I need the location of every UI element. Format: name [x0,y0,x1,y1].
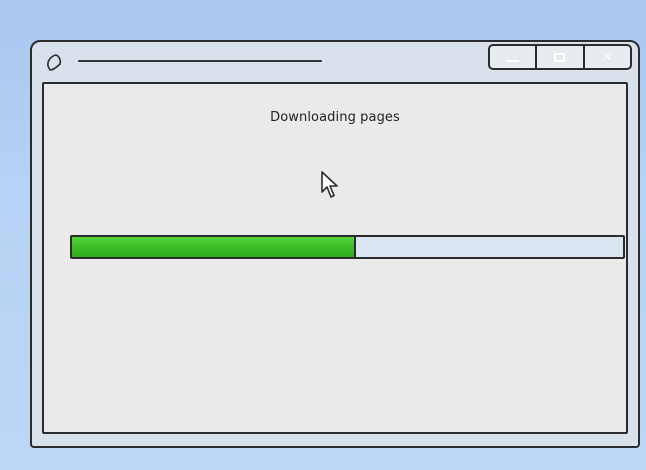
window-controls: × [488,44,632,70]
minimize-button[interactable] [490,46,535,68]
close-glyph: × [601,49,614,65]
desktop-background: × Downloading pages [0,0,646,470]
title-bar[interactable]: × [32,42,638,82]
progress-fill [72,237,356,257]
app-icon [47,54,62,71]
window-title [78,60,322,62]
close-button[interactable]: × [582,46,630,68]
mouse-cursor-icon [321,171,338,198]
download-window: × Downloading pages [30,40,640,448]
maximize-button[interactable] [535,46,582,68]
download-progress-bar [70,235,625,259]
maximize-icon [537,46,582,68]
status-text: Downloading pages [270,110,400,125]
dialog-body: Downloading pages [42,82,628,434]
minimize-icon [490,46,535,68]
close-icon: × [585,46,630,68]
